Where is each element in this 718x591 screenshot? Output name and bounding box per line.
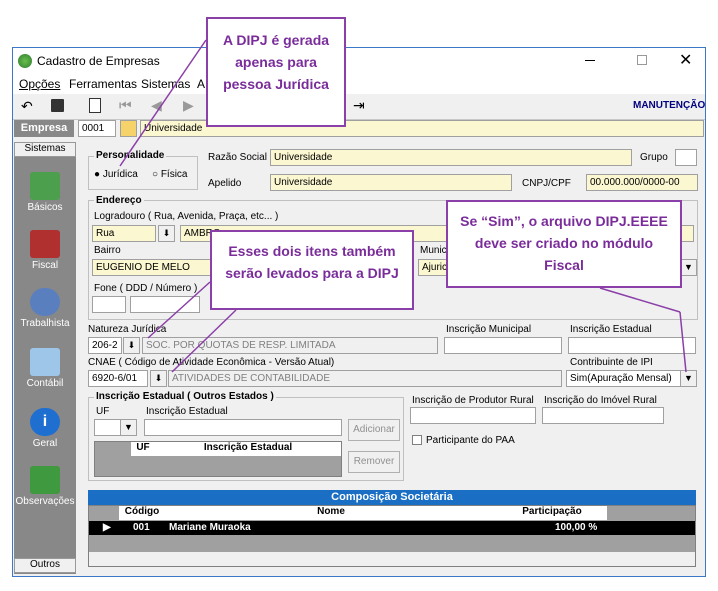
callout-connectors [119, 39, 687, 373]
connector-natureza [147, 281, 211, 339]
connector-ipi-down [679, 311, 687, 373]
connector-juridica [119, 39, 207, 167]
connector-cnae [171, 309, 237, 373]
connector-ipi [599, 287, 681, 313]
